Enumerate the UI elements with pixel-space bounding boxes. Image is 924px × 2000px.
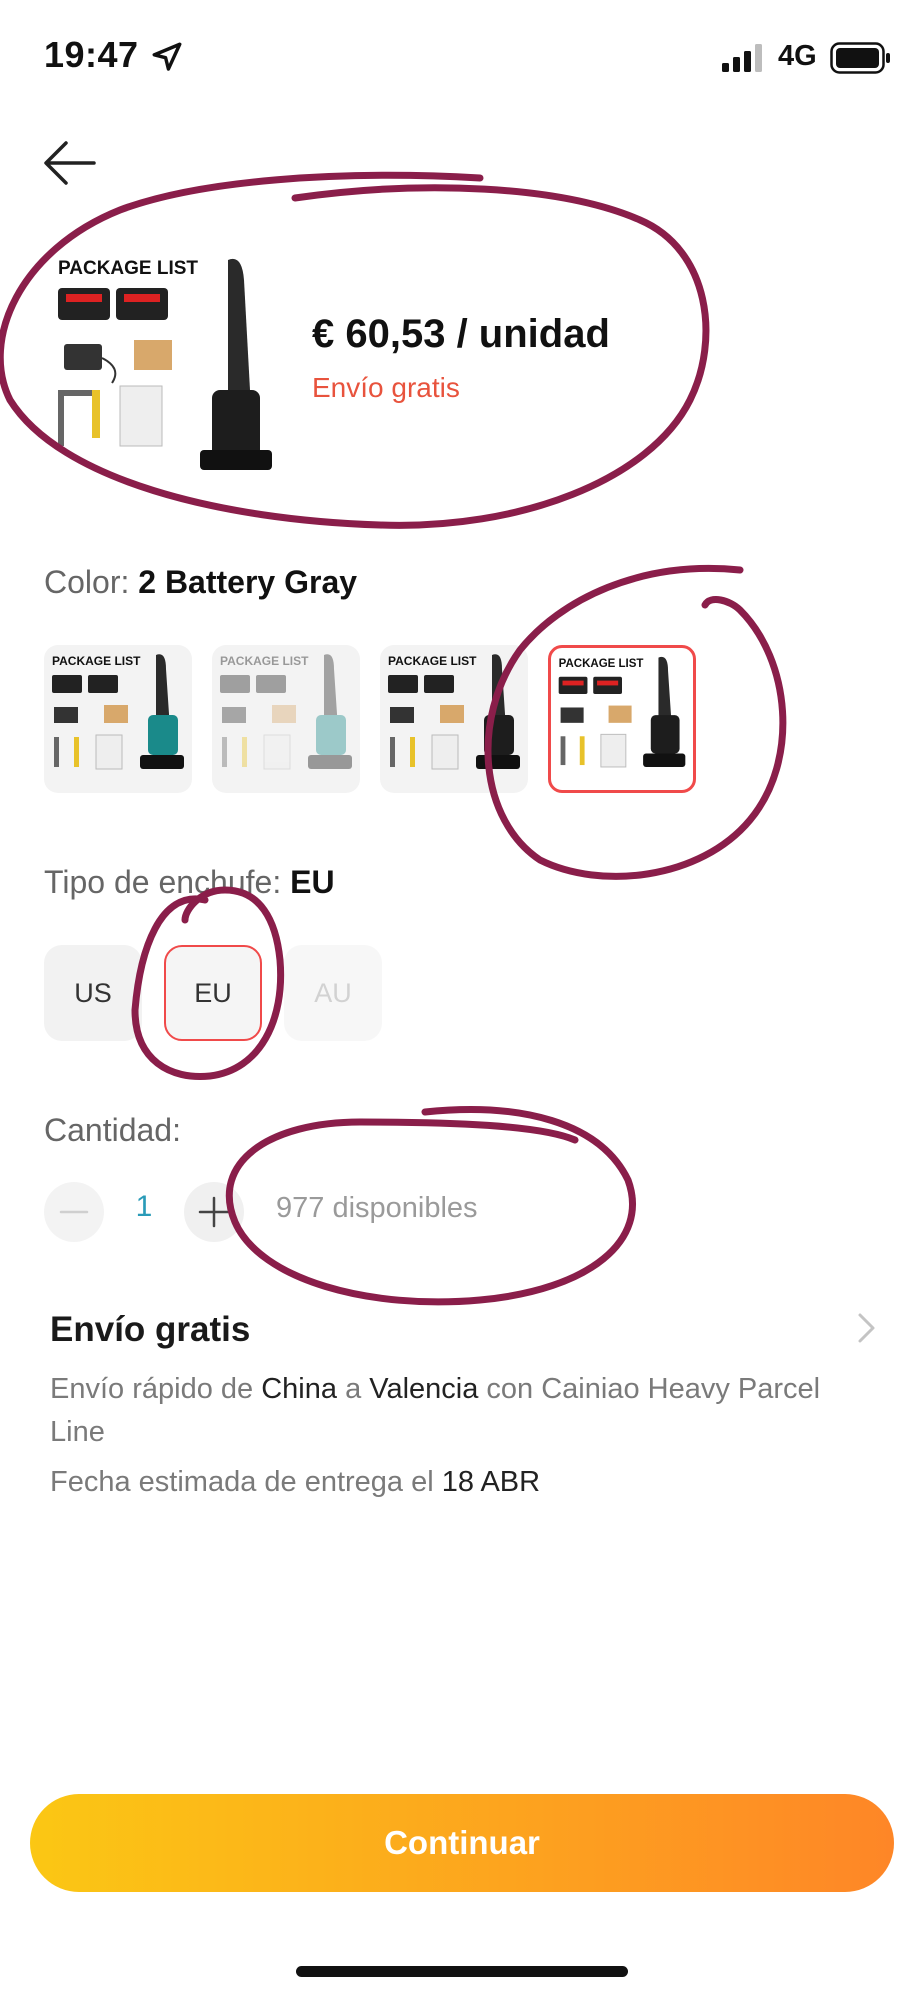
color-option-selected[interactable]: PACKAGE LIST — [548, 645, 696, 793]
color-selected-value: 2 Battery Gray — [138, 564, 358, 600]
shipping-origin: China — [261, 1373, 337, 1405]
quantity-value[interactable]: 1 — [124, 1190, 164, 1224]
battery-icon — [830, 42, 890, 74]
svg-text:PACKAGE LIST: PACKAGE LIST — [220, 654, 309, 668]
product-image: PACKAGE LIST — [44, 240, 286, 480]
location-arrow-icon — [152, 42, 182, 71]
plug-label-text: Tipo de enchufe: — [44, 864, 282, 900]
quantity-decrease-button[interactable] — [44, 1182, 104, 1242]
plug-label: Tipo de enchufe: EU — [44, 864, 335, 901]
plus-icon — [198, 1196, 230, 1228]
shipping-description: Envío rápido de China a Valencia con Cai… — [50, 1373, 821, 1448]
svg-text:PACKAGE LIST: PACKAGE LIST — [388, 654, 477, 668]
network-type: 4G — [778, 40, 817, 72]
plug-option-us[interactable]: US — [44, 945, 142, 1041]
status-time: 19:47 — [44, 34, 139, 75]
plug-option-eu[interactable]: EU — [164, 945, 262, 1041]
home-indicator — [296, 1966, 628, 1977]
plug-option-au: AU — [284, 945, 382, 1041]
chevron-right-icon[interactable] — [856, 1312, 878, 1344]
minus-icon — [59, 1210, 89, 1214]
signal-icon — [722, 44, 762, 72]
back-button[interactable] — [42, 138, 98, 188]
color-option[interactable]: PACKAGE LIST — [380, 645, 528, 793]
shipping-title: Envío gratis — [50, 1310, 251, 1349]
free-shipping-label: Envío gratis — [312, 372, 460, 403]
color-label-text: Color: — [44, 564, 130, 600]
unit-price: € 60,53 / unidad — [312, 312, 610, 356]
delivery-estimate: Fecha estimada de entrega el 18 ABR — [50, 1466, 541, 1498]
svg-text:PACKAGE LIST: PACKAGE LIST — [52, 654, 141, 668]
color-option[interactable]: PACKAGE LIST — [212, 645, 360, 793]
svg-text:PACKAGE LIST: PACKAGE LIST — [58, 258, 198, 279]
plug-selected-value: EU — [290, 864, 335, 900]
stock-available: 977 disponibles — [276, 1192, 478, 1224]
back-arrow-icon — [44, 141, 96, 185]
shipping-destination: Valencia — [369, 1373, 479, 1405]
shipping-info[interactable]: Envío gratis Envío rápido de China a Val… — [50, 1310, 890, 1499]
quantity-label: Cantidad: — [44, 1112, 181, 1148]
svg-text:PACKAGE LIST: PACKAGE LIST — [559, 658, 644, 670]
product-summary: PACKAGE LIST € 60,53 / unidad Envío grat… — [44, 240, 884, 490]
status-bar: 19:47 4G — [0, 0, 924, 120]
quantity-increase-button[interactable] — [184, 1182, 244, 1242]
color-option[interactable]: PACKAGE LIST — [44, 645, 192, 793]
delivery-date: 18 ABR — [441, 1466, 541, 1498]
color-label: Color: 2 Battery Gray — [44, 564, 357, 601]
continue-button[interactable]: Continuar — [30, 1794, 894, 1892]
